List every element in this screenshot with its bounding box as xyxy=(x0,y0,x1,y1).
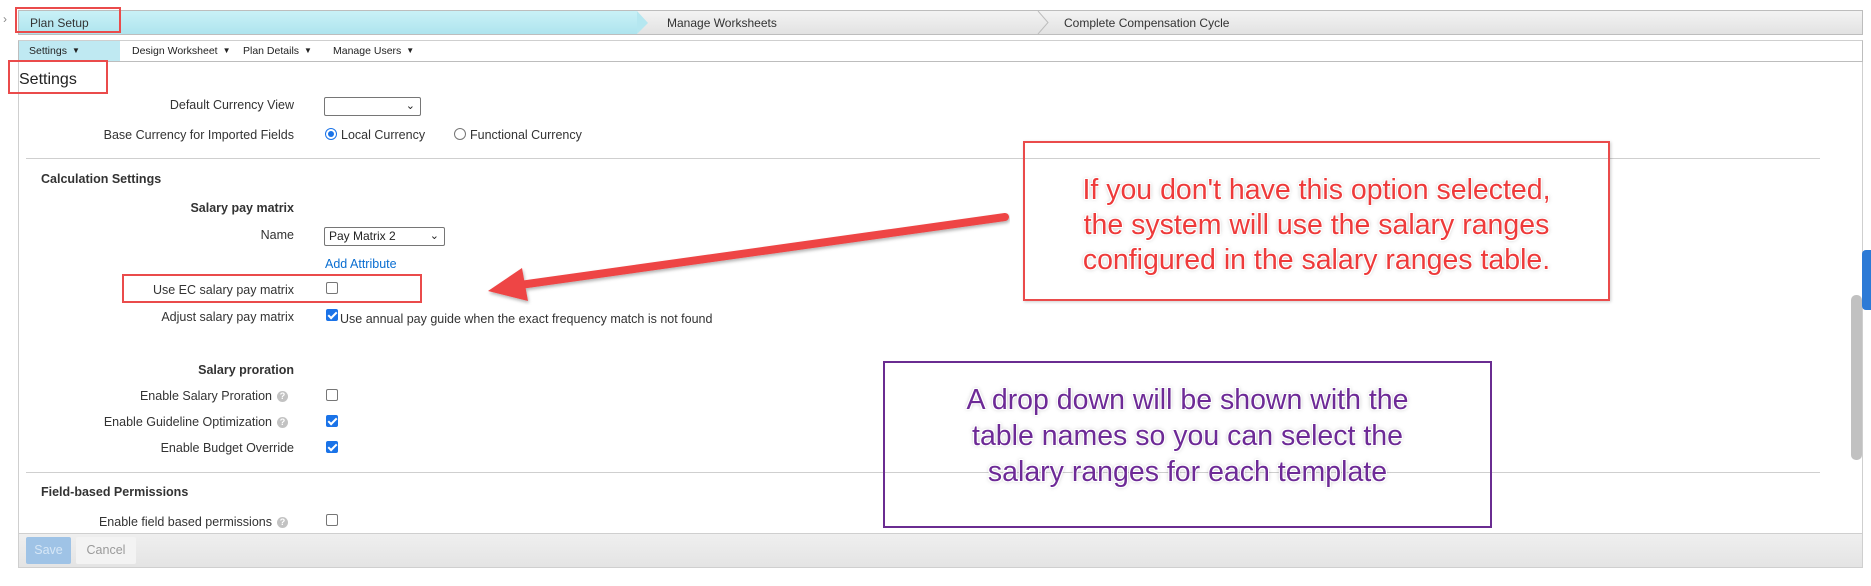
enable-budget-override-label: Enable Budget Override xyxy=(160,441,294,455)
help-icon[interactable]: ? xyxy=(277,517,288,528)
caret-down-icon: ▼ xyxy=(406,46,415,55)
highlight-plan-setup xyxy=(15,7,121,33)
salary-pay-matrix-heading: Salary pay matrix xyxy=(190,201,294,215)
add-attribute-link[interactable]: Add Attribute xyxy=(325,257,397,271)
callout-line: the system will use the salary ranges xyxy=(1083,209,1550,241)
process-step-bar: Plan Setup Manage Worksheets Complete Co… xyxy=(18,10,1863,35)
salary-proration-heading: Salary proration xyxy=(198,363,294,377)
enable-field-based-permissions-label: Enable field based permissions xyxy=(98,515,272,529)
purple-annotation-callout: A drop down will be shown with the table… xyxy=(883,361,1492,528)
adjust-salary-pay-matrix-checkbox[interactable] xyxy=(326,309,338,321)
radio-local-currency[interactable] xyxy=(325,128,337,140)
caret-down-icon: ▼ xyxy=(71,46,80,55)
scrollbar-thumb[interactable] xyxy=(1851,295,1862,460)
adjust-salary-pay-matrix-label: Adjust salary pay matrix xyxy=(161,310,294,324)
subnav-design-worksheet[interactable]: Design Worksheet ▼ xyxy=(132,41,231,61)
callout-line: table names so you can select the xyxy=(972,420,1403,452)
default-currency-view-label: Default Currency View xyxy=(169,98,294,112)
radio-label: Functional Currency xyxy=(470,128,582,142)
enable-guideline-optimization-label: Enable Guideline Optimization xyxy=(103,415,272,429)
callout-line: If you don't have this option selected, xyxy=(1082,174,1551,206)
callout-line: A drop down will be shown with the xyxy=(966,384,1409,416)
footer-bar: Save Cancel xyxy=(18,533,1863,568)
enable-budget-override-checkbox[interactable] xyxy=(326,441,338,453)
calculation-settings-heading: Calculation Settings xyxy=(41,172,162,186)
radio-functional-currency[interactable] xyxy=(454,128,466,140)
enable-salary-proration-label: Enable Salary Proration xyxy=(139,389,272,403)
cancel-button[interactable]: Cancel xyxy=(76,537,136,564)
subnav-plan-details[interactable]: Plan Details ▼ xyxy=(243,41,312,61)
caret-down-icon: ▼ xyxy=(304,46,312,55)
subnav-label: Design Worksheet xyxy=(132,45,218,57)
enable-guideline-optimization-checkbox[interactable] xyxy=(326,415,338,427)
base-currency-label: Base Currency for Imported Fields xyxy=(103,128,294,142)
select-value: Pay Matrix 2 xyxy=(329,229,396,243)
step-complete-compensation-cycle[interactable]: Complete Compensation Cycle xyxy=(1049,11,1449,34)
step-label: Complete Compensation Cycle xyxy=(1064,16,1230,30)
subnav-label: Plan Details xyxy=(243,45,300,57)
callout-line: configured in the salary ranges table. xyxy=(1082,244,1551,276)
step-separator-icon xyxy=(1037,11,1049,34)
callout-line: salary ranges for each template xyxy=(987,456,1388,488)
adjust-option-text: Use annual pay guide when the exact freq… xyxy=(340,312,713,326)
enable-salary-proration-checkbox[interactable] xyxy=(326,389,338,401)
save-button[interactable]: Save xyxy=(26,537,71,564)
step-label: Manage Worksheets xyxy=(667,16,777,30)
caret-down-icon: ▼ xyxy=(222,46,231,55)
subnav-label: Manage Users xyxy=(333,45,402,57)
pay-matrix-select[interactable]: Pay Matrix 2 ⌄ xyxy=(324,227,445,246)
subnav-settings[interactable]: Settings ▼ xyxy=(19,41,120,61)
collapse-chevron-icon[interactable]: › xyxy=(3,12,11,26)
chevron-down-icon: ⌄ xyxy=(405,100,415,112)
sub-navigation: Settings ▼ Design Worksheet ▼ Plan Details… xyxy=(18,40,1863,62)
subnav-manage-users[interactable]: Manage Users ▼ xyxy=(333,41,414,61)
help-icon[interactable]: ? xyxy=(277,391,288,402)
subnav-label: Settings xyxy=(29,45,67,57)
name-label: Name xyxy=(260,228,294,242)
red-annotation-callout: If you don't have this option selected, … xyxy=(1023,141,1610,301)
help-icon[interactable]: ? xyxy=(277,417,288,428)
step-manage-worksheets[interactable]: Manage Worksheets xyxy=(647,11,1037,34)
annotation-arrow-icon xyxy=(488,213,1009,301)
highlight-settings-title xyxy=(8,60,108,94)
default-currency-view-select[interactable]: ⌄ xyxy=(324,97,421,116)
field-based-permissions-heading: Field-based Permissions xyxy=(41,485,189,499)
radio-label: Local Currency xyxy=(341,128,426,142)
side-panel-tab[interactable] xyxy=(1862,250,1871,310)
chevron-down-icon: ⌄ xyxy=(429,230,439,242)
highlight-use-ec-option xyxy=(122,274,422,303)
enable-field-based-permissions-checkbox[interactable] xyxy=(326,514,338,526)
